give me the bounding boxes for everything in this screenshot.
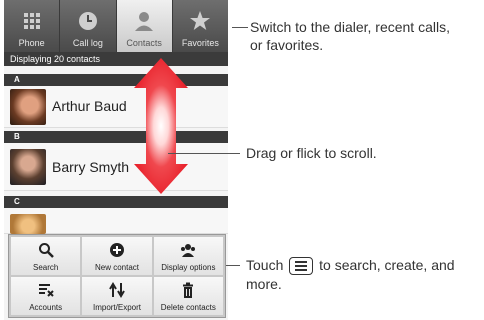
tab-contacts[interactable]: Contacts xyxy=(116,0,173,52)
callout-text: more. xyxy=(246,276,282,293)
menu-key-icon xyxy=(289,257,314,276)
section-header-c: C xyxy=(4,196,228,208)
contact-count-status: Displaying 20 contacts xyxy=(4,52,228,66)
accounts-icon xyxy=(38,284,54,297)
menu-label: Import/Export xyxy=(92,303,141,312)
contact-avatar xyxy=(10,89,46,125)
menu-accounts[interactable]: Accounts xyxy=(11,277,81,315)
star-icon xyxy=(190,11,211,30)
contact-row[interactable]: Barry Smyth xyxy=(4,143,228,191)
menu-label: New contact xyxy=(94,263,139,272)
clock-icon xyxy=(78,12,97,30)
section-header-b: B xyxy=(4,131,228,143)
tab-favorites[interactable]: Favorites xyxy=(172,0,228,52)
callout-scroll: Drag or flick to scroll. xyxy=(246,145,377,161)
callout-line-tabs xyxy=(232,27,248,28)
tab-label: Contacts xyxy=(126,38,162,48)
menu-import-export[interactable]: Import/Export xyxy=(82,277,152,315)
callout-line-scroll xyxy=(168,153,240,154)
tab-label: Favorites xyxy=(181,38,219,48)
menu-delete-contacts[interactable]: Delete contacts xyxy=(153,277,223,315)
tab-phone[interactable]: Phone xyxy=(4,0,61,52)
magnifier-icon xyxy=(38,243,54,258)
arrows-icon xyxy=(109,282,125,298)
contact-name: Arthur Baud xyxy=(52,98,127,114)
callout-text: or favorites. xyxy=(250,37,324,53)
person-icon xyxy=(135,12,154,31)
menu-display-options[interactable]: Display options xyxy=(153,237,223,275)
contact-row[interactable] xyxy=(4,208,228,234)
callout-tabs: Switch to the dialer, recent calls, or f… xyxy=(250,18,450,54)
dialpad-icon xyxy=(23,13,40,29)
callout-text: Touch xyxy=(246,257,284,273)
callout-menu: Touch to search, create, and more. xyxy=(246,256,482,293)
callout-line-menu xyxy=(226,265,240,266)
menu-label: Display options xyxy=(161,263,216,272)
contact-avatar xyxy=(10,214,46,234)
menu-label: Search xyxy=(32,263,59,272)
callout-text: Switch to the dialer, recent calls, xyxy=(250,19,450,35)
menu-new-contact[interactable]: New contact xyxy=(82,237,152,275)
options-menu: Search New contact Display options Accou… xyxy=(8,234,226,318)
contact-name: Barry Smyth xyxy=(52,159,130,175)
contact-row[interactable]: Arthur Baud xyxy=(4,86,228,128)
tab-call-log[interactable]: Call log xyxy=(60,0,117,52)
trash-icon xyxy=(183,282,194,298)
people-icon xyxy=(181,244,196,257)
menu-label: Accounts xyxy=(29,303,63,312)
menu-search[interactable]: Search xyxy=(11,237,81,275)
tab-bar: Phone Call log Contacts Favorites xyxy=(4,0,228,52)
tab-label: Phone xyxy=(18,38,45,48)
phone-screen: Phone Call log Contacts Favorites Displa… xyxy=(4,0,228,320)
scroll-indicator xyxy=(134,58,188,194)
plus-icon xyxy=(109,243,124,257)
section-header-a: A xyxy=(4,74,228,86)
contact-avatar xyxy=(10,149,46,185)
callout-text: to search, create, and xyxy=(319,257,455,273)
tab-label: Call log xyxy=(72,38,103,48)
menu-label: Delete contacts xyxy=(160,303,216,312)
